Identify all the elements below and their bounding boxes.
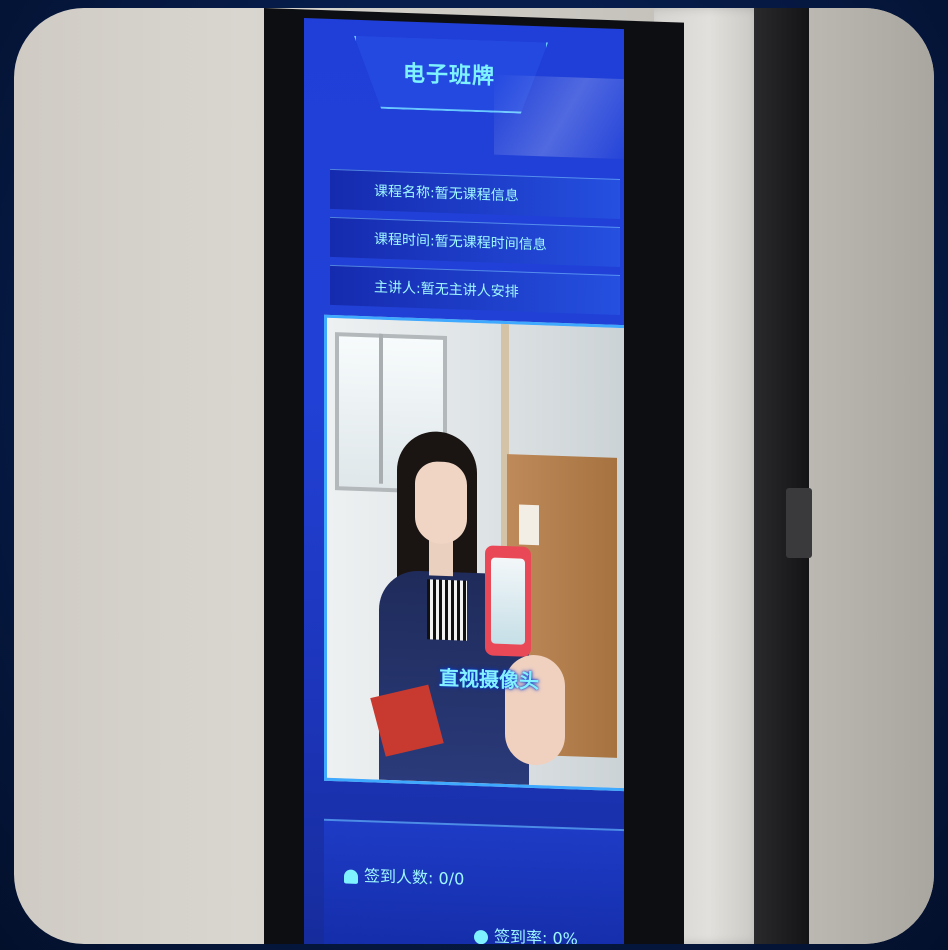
cabinet-latch [786,488,812,558]
user-icon [344,868,358,884]
course-name-value: 暂无课程信息 [434,185,519,205]
course-time-value: 暂无课程时间信息 [434,233,547,254]
lecturer-label: 主讲人: [374,279,421,298]
course-time-label: 课程时间: [374,231,435,250]
signin-count: 签到人数: 0/0 [344,861,464,889]
person-face [415,460,467,545]
wall [804,8,934,944]
lecturer-value: 暂无主讲人安排 [420,281,519,301]
board-screen: 电子班牌 课程名称:暂无课程信息 课程时间:暂无课程时间信息 主讲人:暂无主讲人… [304,18,624,944]
phone-screen [491,557,525,645]
window-bar [379,333,383,484]
course-name-label: 课程名称: [374,183,435,202]
door-sign [519,504,539,546]
camera-preview: 直视摄像头 [324,314,624,792]
signin-rate-value: 0% [552,928,578,944]
photo: 电子班牌 课程名称:暂无课程信息 课程时间:暂无课程时间信息 主讲人:暂无主讲人… [14,8,934,944]
stats-bar: 签到人数: 0/0 签到率: 0% [324,818,624,944]
lecturer-row: 主讲人:暂无主讲人安排 [330,264,620,316]
course-name-row: 课程名称:暂无课程信息 [330,168,620,220]
person-shirt [427,579,467,641]
signin-rate-label: 签到率: [494,926,548,944]
screen-glare [494,74,624,160]
signin-rate: 签到率: 0% [474,922,578,944]
signin-count-label: 签到人数: [364,866,434,888]
camera-hint: 直视摄像头 [439,665,539,694]
cabinet-edge [754,8,809,944]
dot-icon [474,929,488,944]
course-time-row: 课程时间:暂无课程时间信息 [330,216,620,268]
signin-count-value: 0/0 [438,868,465,889]
